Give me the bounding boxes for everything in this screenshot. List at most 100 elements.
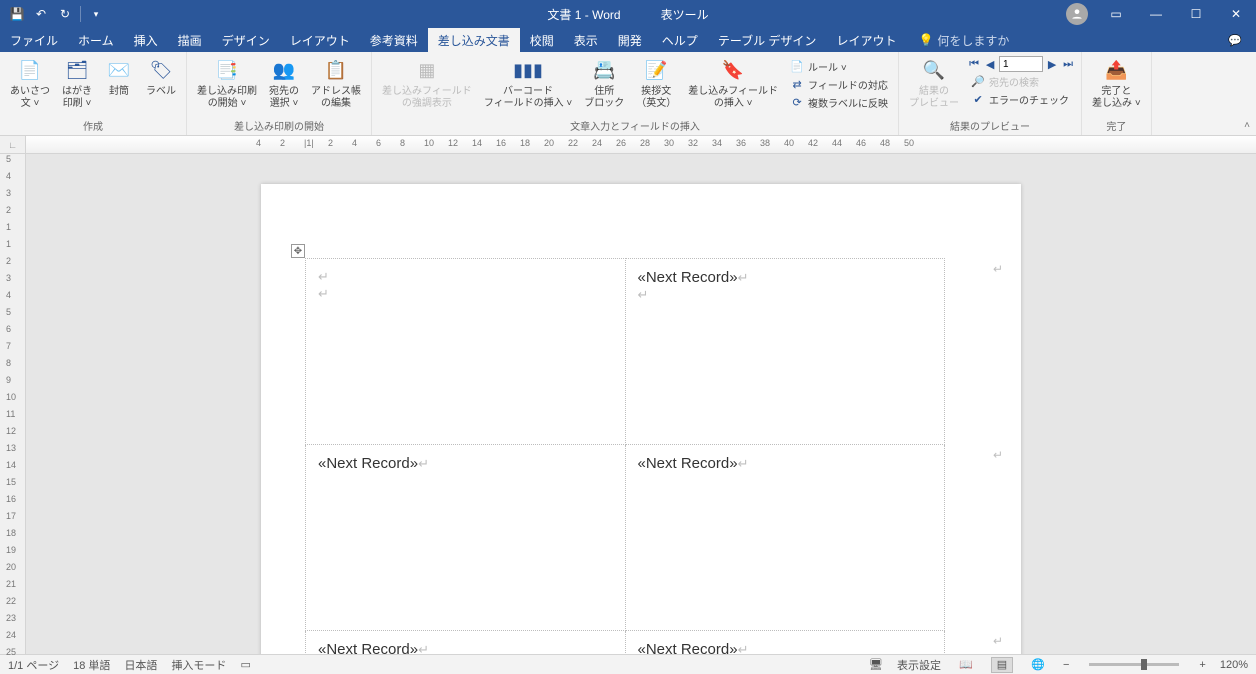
status-page[interactable]: 1/1 ページ — [8, 657, 59, 673]
tab-developer[interactable]: 開発 — [608, 28, 652, 52]
document-canvas[interactable]: ✥ ↵ ↵ ↵ ↵↵ «Next Record»↵↵ «Next Record»… — [26, 154, 1256, 654]
label-cell[interactable]: «Next Record»↵ — [306, 445, 626, 631]
postcard-icon: 🗂 — [63, 56, 91, 84]
postcard-button[interactable]: 🗂はがき 印刷 ˅ — [58, 54, 96, 112]
label-cell[interactable]: «Next Record»↵ — [625, 445, 945, 631]
tab-design[interactable]: デザイン — [212, 28, 280, 52]
ribbon-display-options[interactable]: ▭ — [1096, 0, 1136, 28]
greeting-line-button[interactable]: 📝挨拶文 （英文） — [632, 54, 680, 112]
envelope-icon: ✉️ — [105, 56, 133, 84]
paragraph-mark: ↵ — [993, 262, 1003, 276]
display-settings-icon[interactable]: 🖥 — [869, 658, 883, 671]
status-rec-icon[interactable]: ▭ — [240, 658, 250, 671]
save-button[interactable]: 💾 — [6, 3, 28, 25]
tab-home[interactable]: ホーム — [68, 28, 124, 52]
edit-recipients-button[interactable]: 📋アドレス帳 の編集 — [307, 54, 365, 112]
tab-insert[interactable]: 挿入 — [124, 28, 168, 52]
finish-merge-button[interactable]: 📤完了と 差し込み ˅ — [1088, 54, 1145, 112]
close-button[interactable]: ✕ — [1216, 0, 1256, 28]
address-block-button[interactable]: 📇住所 ブロック — [580, 54, 628, 112]
maximize-button[interactable]: ☐ — [1176, 0, 1216, 28]
preview-results-button[interactable]: 🔍結果の プレビュー — [905, 54, 963, 112]
insert-field-icon: 🔖 — [719, 56, 747, 84]
view-print-layout[interactable]: ▤ — [991, 657, 1013, 673]
barcode-button[interactable]: ▮▮▮バーコード フィールドの挿入 ˅ — [480, 54, 576, 112]
paragraph-mark: ↵ — [318, 269, 329, 284]
page[interactable]: ✥ ↵ ↵ ↵ ↵↵ «Next Record»↵↵ «Next Record»… — [261, 184, 1021, 654]
paragraph-mark: ↵ — [318, 286, 329, 301]
find-recipient-button[interactable]: 🔎宛先の検索 — [967, 73, 1075, 90]
tab-table-layout[interactable]: レイアウト — [826, 28, 906, 52]
group-write: ▦差し込みフィールド の強調表示 ▮▮▮バーコード フィールドの挿入 ˅ 📇住所… — [372, 52, 899, 135]
highlight-fields-button[interactable]: ▦差し込みフィールド の強調表示 — [378, 54, 476, 112]
ruler-corner[interactable]: ∟ — [0, 136, 26, 153]
ribbon: 📄あいさつ 文 ˅ 🗂はがき 印刷 ˅ ✉️封筒 🏷ラベル 作成 📑差し込み印刷… — [0, 52, 1256, 136]
select-recipients-button[interactable]: 👥宛先の 選択 ˅ — [265, 54, 303, 112]
table-row: «Next Record»↵ «Next Record»↵ — [306, 445, 945, 631]
prev-record-button[interactable]: ◀ — [983, 56, 997, 72]
zoom-out-button[interactable]: − — [1063, 659, 1069, 671]
redo-button[interactable]: ↻ — [54, 3, 76, 25]
tab-draw[interactable]: 描画 — [168, 28, 212, 52]
label-cell[interactable]: ↵↵ — [306, 259, 626, 445]
tab-file[interactable]: ファイル — [0, 28, 68, 52]
vertical-ruler[interactable]: 5432112345678910111213141516171819202122… — [0, 154, 26, 654]
tab-layout[interactable]: レイアウト — [280, 28, 360, 52]
minimize-button[interactable]: ― — [1136, 0, 1176, 28]
status-display-settings[interactable]: 表示設定 — [897, 657, 941, 673]
status-lang[interactable]: 日本語 — [124, 657, 157, 673]
tab-mailings[interactable]: 差し込み文書 — [428, 28, 520, 52]
greeting-button[interactable]: 📄あいさつ 文 ˅ — [6, 54, 54, 112]
tab-table-design[interactable]: テーブル デザイン — [708, 28, 827, 52]
next-record-field: «Next Record» — [638, 269, 738, 286]
collapse-ribbon-button[interactable]: ˄ — [1244, 120, 1250, 131]
next-record-button[interactable]: ▶ — [1045, 56, 1059, 72]
undo-button[interactable]: ↶ — [30, 3, 52, 25]
start-merge-button[interactable]: 📑差し込み印刷 の開始 ˅ — [193, 54, 261, 112]
barcode-icon: ▮▮▮ — [514, 56, 542, 84]
horizontal-ruler[interactable]: 42|1|24681012141618202224262830323436384… — [26, 136, 1256, 153]
paragraph-mark: ↵ — [638, 287, 649, 302]
zoom-level[interactable]: 120% — [1220, 659, 1248, 671]
next-record-field: «Next Record» — [318, 455, 418, 472]
status-mode[interactable]: 挿入モード — [171, 657, 226, 673]
last-record-button[interactable]: ⏭ — [1061, 56, 1075, 72]
status-bar: 1/1 ページ 18 単語 日本語 挿入モード ▭ 🖥 表示設定 📖 ▤ 🌐 −… — [0, 654, 1256, 674]
status-words[interactable]: 18 単語 — [73, 657, 110, 673]
edit-recipients-icon: 📋 — [322, 56, 350, 84]
first-record-button[interactable]: ⏮ — [967, 56, 981, 72]
tab-view[interactable]: 表示 — [564, 28, 608, 52]
tell-me-search[interactable]: 💡 何をしますか — [918, 28, 1009, 52]
label-button[interactable]: 🏷ラベル — [142, 54, 180, 100]
rules-button[interactable]: 📄ルール ˅ — [786, 58, 892, 75]
label-cell[interactable]: «Next Record»↵ — [306, 631, 626, 655]
envelope-button[interactable]: ✉️封筒 — [100, 54, 138, 100]
table-move-handle[interactable]: ✥ — [291, 244, 305, 258]
tab-review[interactable]: 校閲 — [520, 28, 564, 52]
label-table[interactable]: ↵↵ «Next Record»↵↵ «Next Record»↵ «Next … — [305, 258, 945, 654]
view-web-layout[interactable]: 🌐 — [1027, 657, 1049, 673]
start-merge-icon: 📑 — [213, 56, 241, 84]
check-errors-button[interactable]: ✔エラーのチェック — [967, 91, 1075, 108]
view-read-mode[interactable]: 📖 — [955, 657, 977, 673]
match-fields-button[interactable]: ⇄フィールドの対応 — [786, 76, 892, 93]
zoom-thumb[interactable] — [1141, 659, 1147, 670]
rules-icon: 📄 — [790, 60, 804, 74]
address-icon: 📇 — [590, 56, 618, 84]
greeting-line-icon: 📝 — [642, 56, 670, 84]
update-labels-button[interactable]: ⟳複数ラベルに反映 — [786, 94, 892, 111]
tab-references[interactable]: 参考資料 — [360, 28, 428, 52]
insert-field-button[interactable]: 🔖差し込みフィールド の挿入 ˅ — [684, 54, 782, 112]
user-avatar[interactable] — [1066, 3, 1088, 25]
label-cell[interactable]: «Next Record»↵↵ — [625, 259, 945, 445]
record-number-input[interactable] — [999, 56, 1043, 72]
label-cell[interactable]: «Next Record»↵ — [625, 631, 945, 655]
share-button[interactable]: 💬 — [1214, 28, 1256, 52]
qat-separator — [80, 6, 81, 22]
zoom-slider[interactable] — [1089, 663, 1179, 666]
qat-customize[interactable]: ▾ — [85, 3, 107, 25]
zoom-in-button[interactable]: + — [1199, 659, 1205, 671]
tab-help[interactable]: ヘルプ — [652, 28, 708, 52]
group-finish-label: 完了 — [1088, 116, 1145, 135]
quick-access-toolbar: 💾 ↶ ↻ ▾ — [0, 3, 107, 25]
